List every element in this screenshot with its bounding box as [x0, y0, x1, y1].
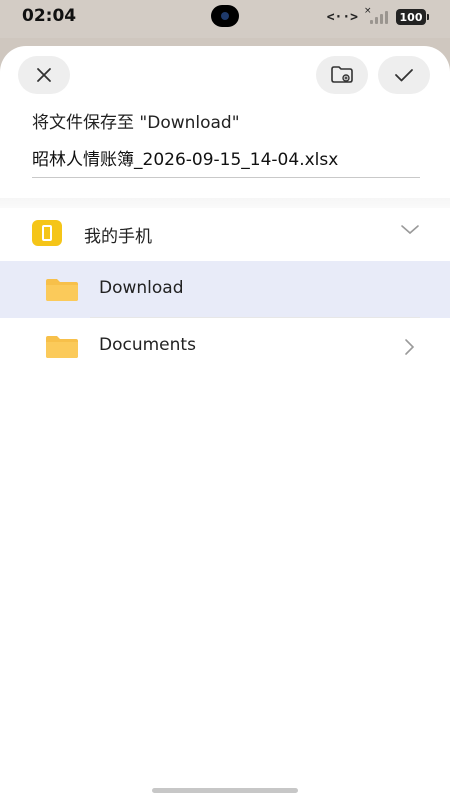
status-icons: <··> × 100 [326, 6, 429, 26]
chevron-down-icon[interactable] [400, 224, 420, 236]
front-camera [211, 5, 239, 27]
folder-row-download[interactable]: Download [0, 261, 450, 318]
folder-add-icon [331, 66, 353, 83]
phone-storage-icon [32, 220, 62, 246]
folder-label: Download [99, 278, 184, 298]
section-divider [0, 198, 450, 208]
battery-icon: 100 [396, 9, 429, 25]
folder-icon [46, 279, 78, 301]
filename-input[interactable]: 昭林人情账簿_2026-09-15_14-04.xlsx [32, 142, 420, 178]
device-row-my-phone[interactable]: 我的手机 [0, 208, 450, 260]
save-file-sheet: 将文件保存至 "Download" 昭林人情账簿_2026-09-15_14-0… [0, 46, 450, 800]
device-label: 我的手机 [84, 227, 152, 247]
status-bar: 02:04 <··> × 100 [0, 0, 450, 38]
folder-icon [46, 336, 78, 358]
folder-row-documents[interactable]: Documents [0, 318, 450, 375]
filename-value[interactable]: 昭林人情账簿_2026-09-15_14-04.xlsx [32, 145, 338, 170]
close-icon [37, 68, 51, 82]
folder-label: Documents [99, 335, 196, 355]
check-icon [395, 69, 413, 82]
home-indicator[interactable] [152, 788, 298, 793]
chevron-right-icon[interactable] [404, 338, 416, 356]
dialog-title: 将文件保存至 "Download" [32, 113, 240, 133]
sheet-toolbar [0, 46, 450, 106]
new-folder-button[interactable] [316, 56, 368, 94]
signal-icon: × [364, 6, 390, 24]
status-time: 02:04 [22, 6, 77, 26]
data-transfer-icon: <··> [326, 9, 358, 25]
close-button[interactable] [18, 56, 70, 94]
confirm-button[interactable] [378, 56, 430, 94]
